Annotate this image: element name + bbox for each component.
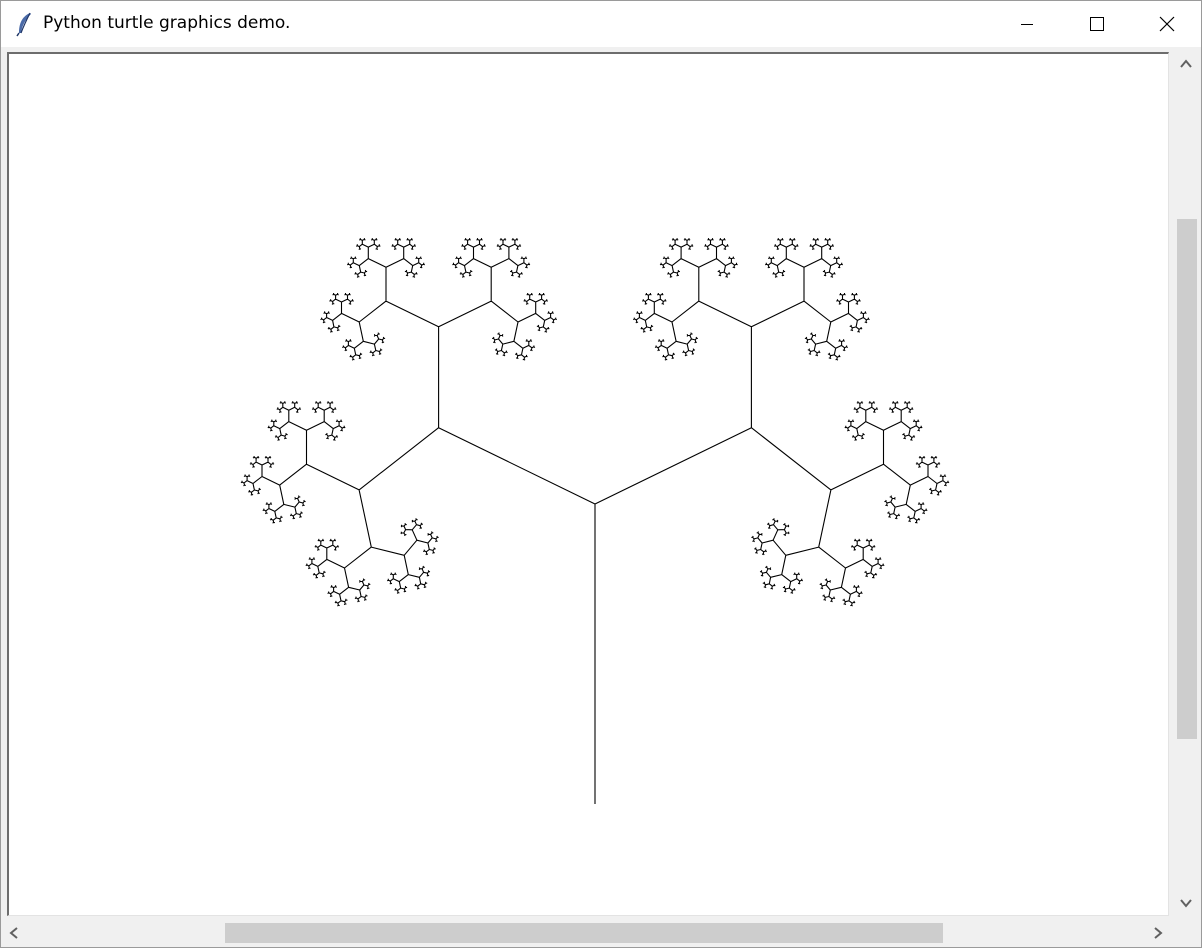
horizontal-scroll-thumb[interactable] [225,923,943,943]
window-title: Python turtle graphics demo. [43,13,291,33]
maximize-icon [1090,17,1104,31]
minimize-icon [1021,24,1033,25]
tree-branches [240,238,950,804]
scrollbar-corner [1171,919,1201,947]
scroll-right-button[interactable] [1145,919,1171,947]
scroll-up-button[interactable] [1171,51,1201,75]
chevron-left-icon [9,927,18,939]
fractal-tree-drawing [240,238,950,804]
close-button[interactable] [1132,1,1201,47]
close-icon [1159,16,1175,32]
minimize-button[interactable] [992,1,1062,47]
turtle-window: Python turtle graphics demo. [0,0,1202,948]
vertical-scrollbar[interactable] [1171,49,1201,917]
scroll-left-button[interactable] [1,919,27,947]
title-bar[interactable]: Python turtle graphics demo. [1,1,1201,47]
feather-icon [15,11,35,37]
chevron-down-icon [1180,899,1192,908]
vertical-scroll-thumb[interactable] [1177,219,1197,739]
scroll-down-button[interactable] [1171,891,1201,915]
chevron-right-icon [1154,927,1163,939]
maximize-button[interactable] [1062,1,1132,47]
turtle-canvas[interactable] [7,52,1169,916]
chevron-up-icon [1180,59,1192,68]
horizontal-scrollbar[interactable] [1,919,1171,947]
